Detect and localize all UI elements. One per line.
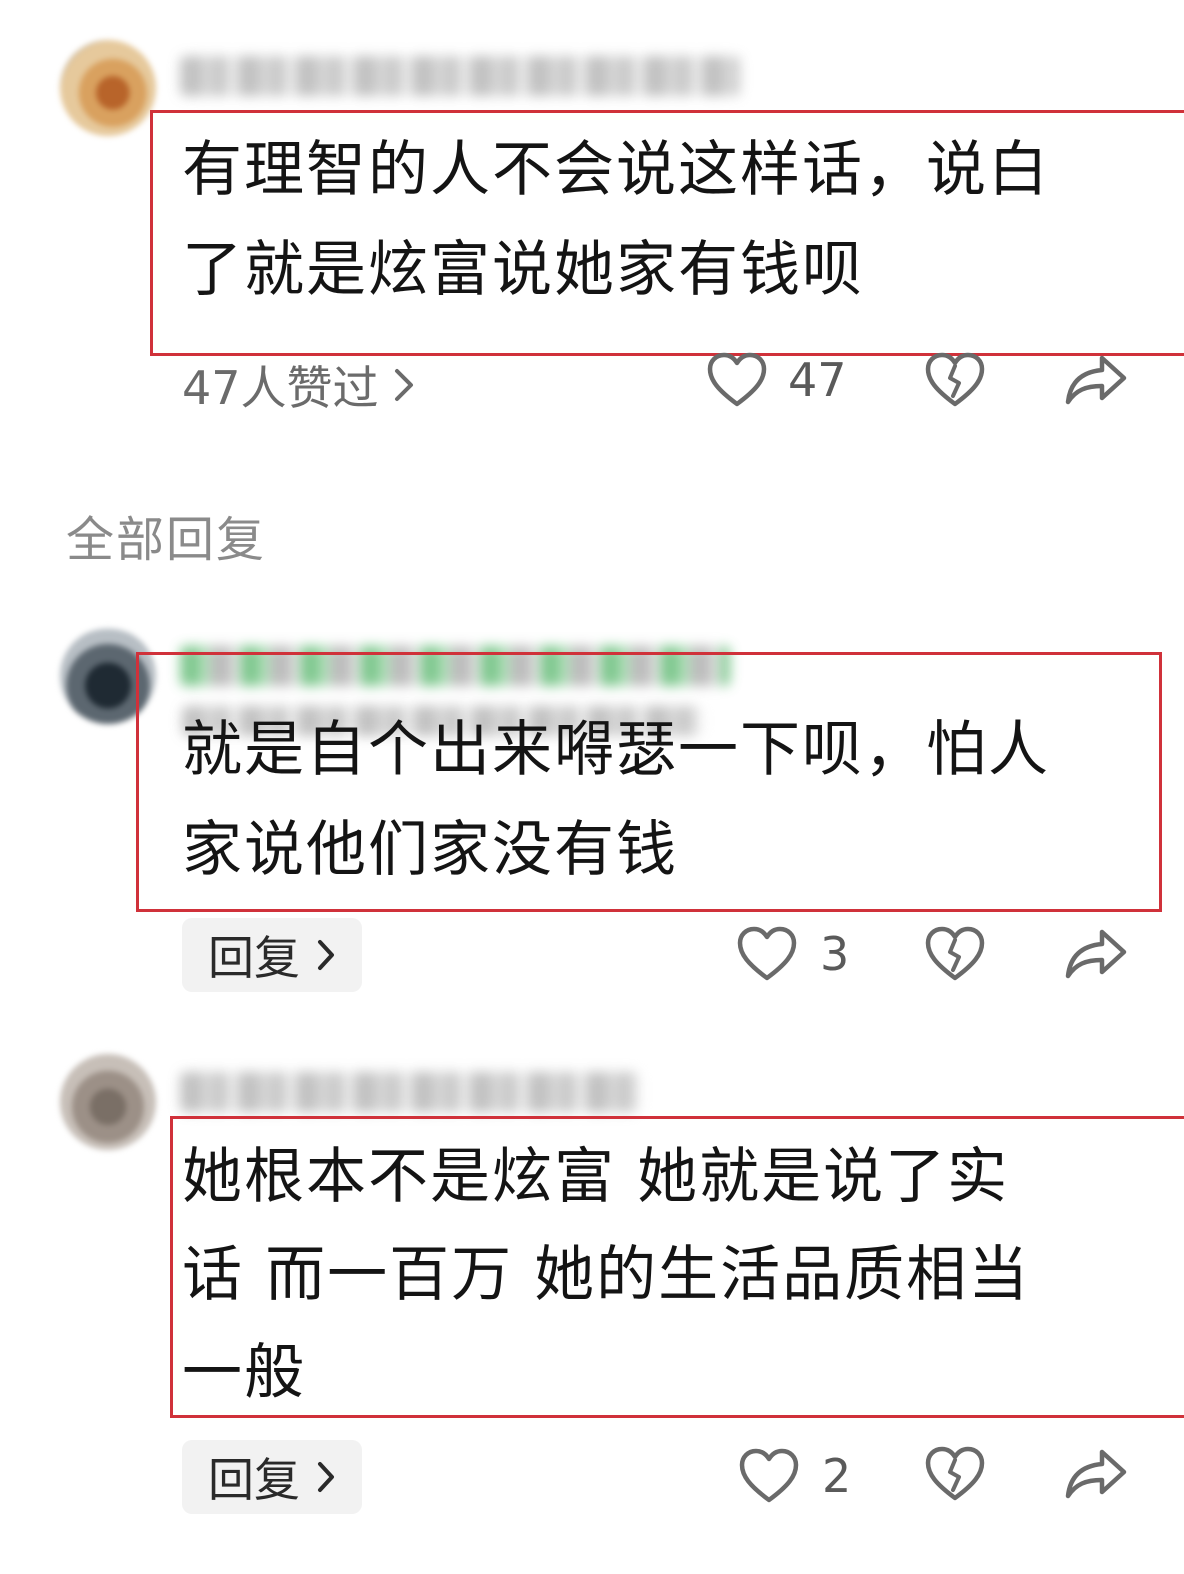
dislike-button[interactable] xyxy=(924,1446,986,1502)
username-timestamp-blurred xyxy=(180,1072,640,1112)
comment-text: 有理智的人不会说这样话，说白 了就是炫富说她家有钱呗 xyxy=(182,135,1050,305)
like-count: 47 xyxy=(788,353,847,407)
share-arrow-icon xyxy=(1064,926,1128,982)
reply-button-label: 回复 xyxy=(208,931,300,985)
like-count: 3 xyxy=(820,927,850,981)
broken-heart-icon xyxy=(924,352,986,408)
likes-summary-link[interactable]: 47人赞过 xyxy=(182,352,415,418)
share-arrow-icon xyxy=(1064,352,1128,408)
like-button[interactable]: 47 xyxy=(706,352,847,408)
like-button[interactable]: 2 xyxy=(738,1448,851,1504)
share-button[interactable] xyxy=(1064,352,1128,408)
reply-text: 就是自个出来嘚瑟一下呗，怕人 家说他们家没有钱 xyxy=(182,715,1050,885)
broken-heart-icon xyxy=(924,926,986,982)
like-button[interactable]: 3 xyxy=(736,926,849,982)
reply-button[interactable]: 回复 xyxy=(182,1440,362,1514)
heart-outline-icon xyxy=(736,926,798,982)
share-arrow-icon xyxy=(1064,1446,1128,1502)
dislike-button[interactable] xyxy=(924,926,986,982)
dislike-button[interactable] xyxy=(924,352,986,408)
broken-heart-icon xyxy=(924,1446,986,1502)
reply-text: 她根本不是炫富 她就是说了实 话 而一百万 她的生活品质相当 一般 xyxy=(182,1142,1031,1408)
username-timestamp-blurred xyxy=(180,56,740,96)
chevron-right-icon xyxy=(316,938,336,972)
avatar[interactable] xyxy=(60,1054,156,1150)
reply-button[interactable]: 回复 xyxy=(182,918,362,992)
chevron-right-icon xyxy=(316,1460,336,1494)
like-count: 2 xyxy=(822,1449,852,1503)
heart-outline-icon xyxy=(706,352,768,408)
chevron-right-icon xyxy=(393,367,415,403)
avatar[interactable] xyxy=(60,40,156,136)
share-button[interactable] xyxy=(1064,1446,1128,1502)
heart-outline-icon xyxy=(738,1448,800,1504)
section-title: 全部回复 xyxy=(66,512,267,568)
reply-button-label: 回复 xyxy=(208,1453,300,1507)
likes-summary-label: 47人赞过 xyxy=(182,361,379,415)
share-button[interactable] xyxy=(1064,926,1128,982)
